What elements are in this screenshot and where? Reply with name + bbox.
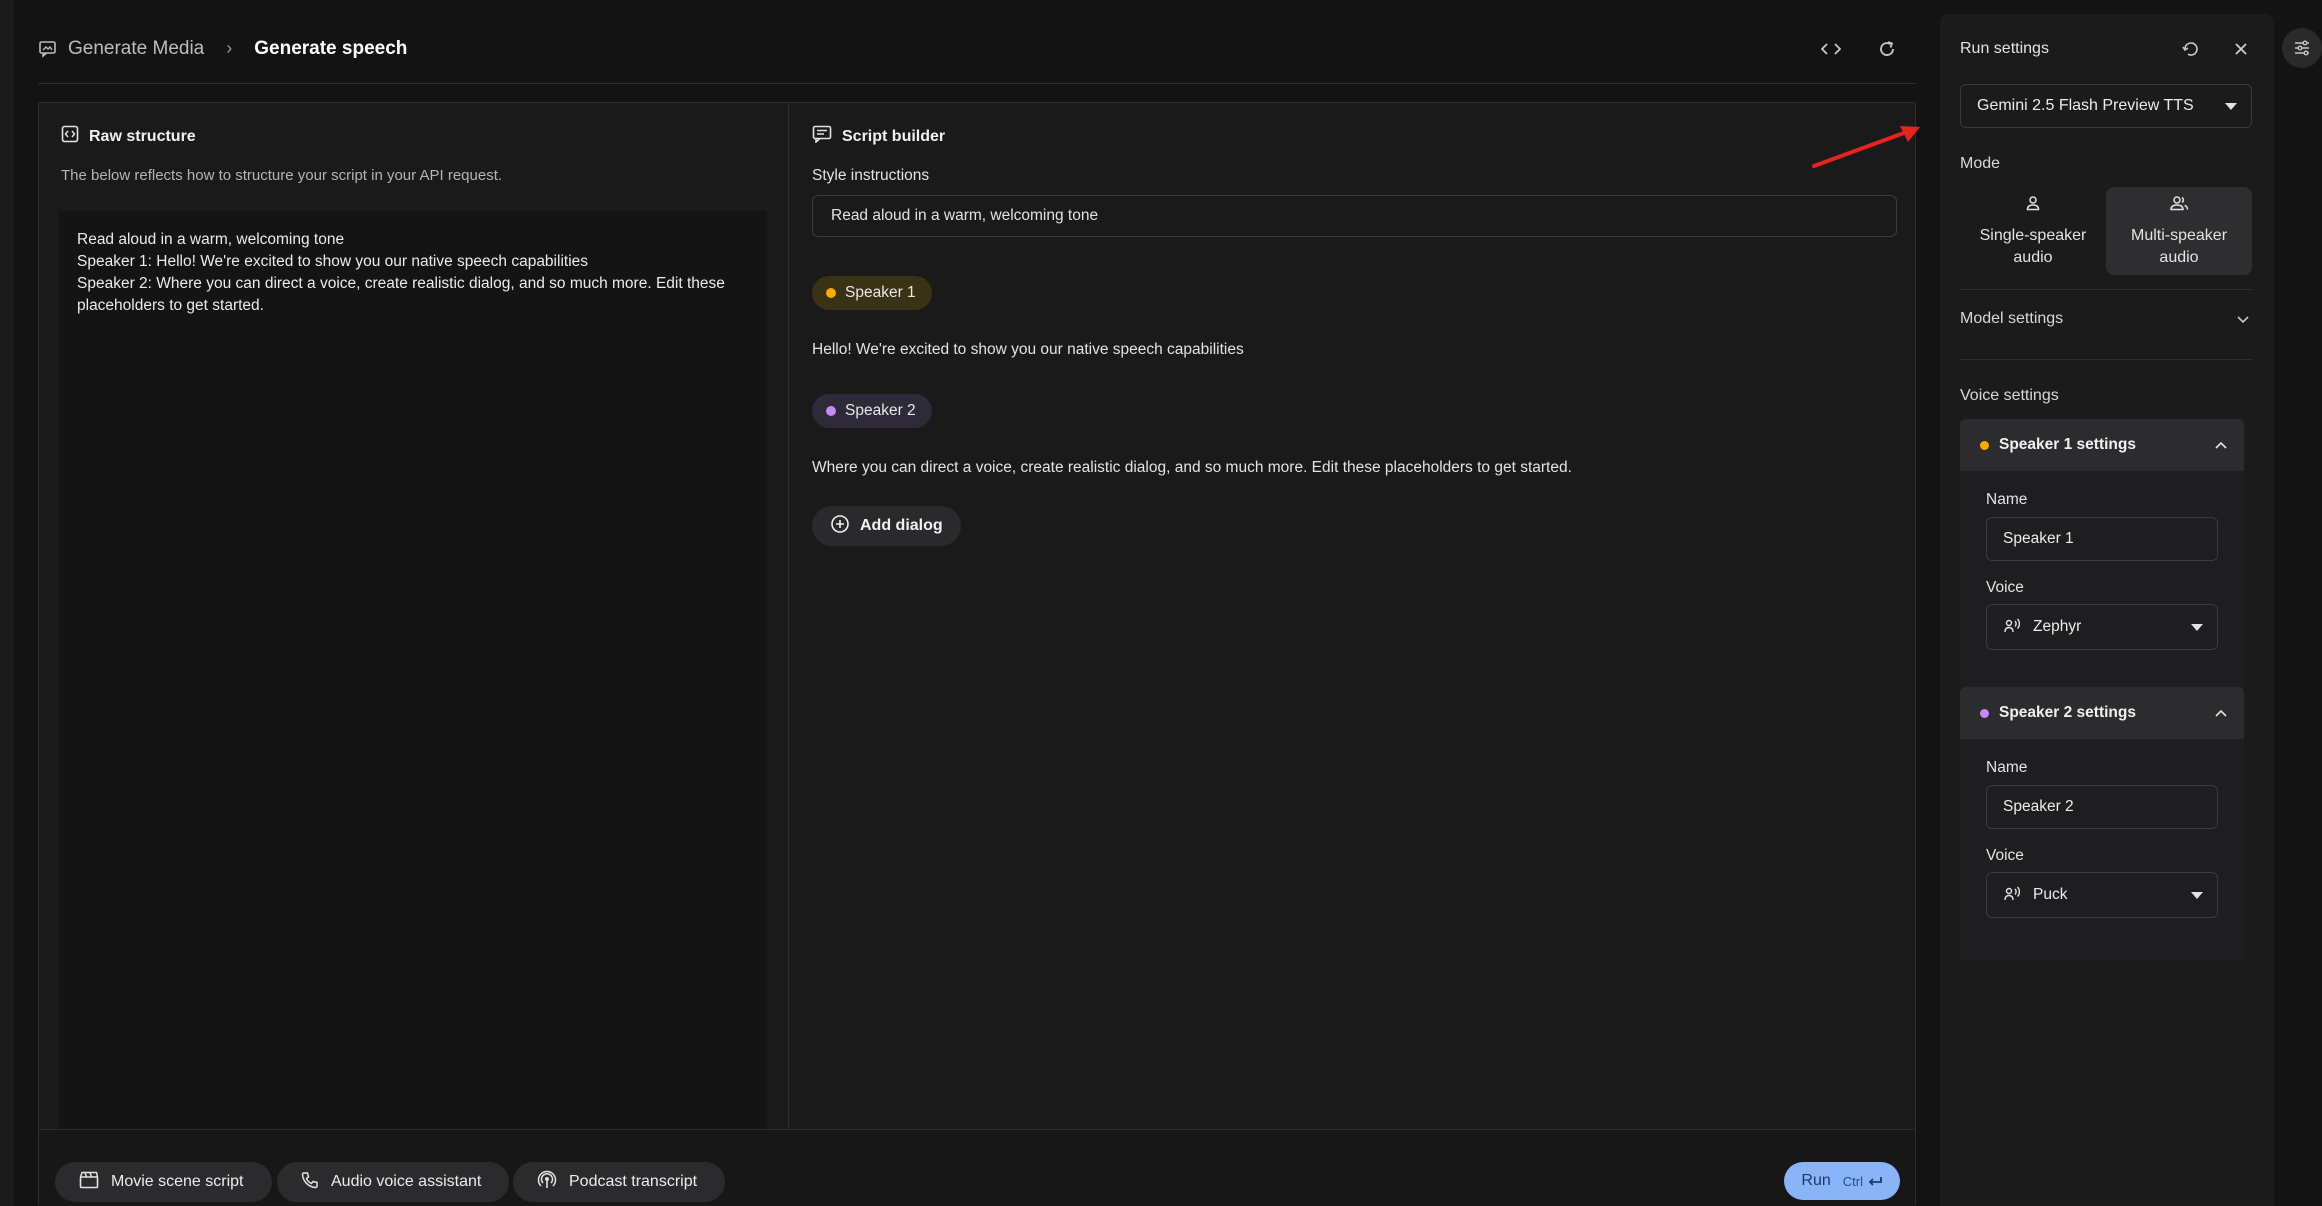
voice-label: Voice (1986, 847, 2024, 864)
preset-podcast-transcript[interactable]: Podcast transcript (513, 1162, 726, 1202)
chevron-up-icon (2214, 705, 2228, 723)
run-settings-title: Run settings (1960, 40, 2049, 57)
run-button[interactable]: Run Ctrl (1784, 1162, 1900, 1200)
image-chat-icon (38, 39, 58, 59)
left-rail (0, 0, 14, 1206)
speaker-2-voice-select[interactable]: Puck (1986, 872, 2218, 918)
breadcrumb-parent[interactable]: Generate Media (68, 38, 204, 60)
speaker-color-dot (1980, 708, 1989, 718)
speaker-1-settings-header[interactable]: Speaker 1 settings (1960, 419, 2244, 471)
style-instructions-label: Style instructions (812, 167, 930, 184)
speaker-1-chip[interactable]: Speaker 1 (812, 276, 932, 310)
dropdown-caret-icon (2191, 624, 2203, 631)
raw-line: Read aloud in a warm, welcoming tone (77, 231, 345, 248)
tune-settings-icon[interactable] (2282, 28, 2322, 68)
voice-wave-icon (2003, 884, 2023, 907)
speaker-1-voice-select[interactable]: Zephyr (1986, 604, 2218, 650)
mode-single-speaker[interactable]: Single-speaker audio (1960, 187, 2106, 275)
raw-structure-description: The below reflects how to structure your… (61, 167, 503, 184)
page-title: Generate speech (254, 37, 408, 59)
speaker-color-dot (826, 288, 836, 298)
script-builder-panel: Script builder Style instructions Speake… (790, 103, 1916, 1129)
model-settings-toggle[interactable]: Model settings (1960, 310, 2250, 328)
script-icon (812, 125, 832, 148)
dropdown-caret-icon (2225, 103, 2237, 110)
speaker-color-dot (826, 406, 836, 416)
speaker-1-name-input[interactable] (1986, 517, 2218, 561)
bottom-bar: Movie scene script Audio voice assistant… (39, 1129, 1915, 1206)
speaker-color-dot (1980, 440, 1989, 450)
speaker-2-chip[interactable]: Speaker 2 (812, 394, 932, 428)
breadcrumb: Generate Media › Generate speech (38, 38, 407, 60)
clapperboard-icon (79, 1171, 99, 1194)
dropdown-caret-icon (2191, 892, 2203, 899)
divider (1960, 289, 2252, 290)
raw-structure-panel: Raw structure The below reflects how to … (39, 103, 789, 1129)
page-header: Generate Media › Generate speech (38, 14, 1916, 84)
style-instructions-input[interactable] (812, 195, 1897, 237)
add-circle-icon (830, 514, 850, 539)
annotation-arrow (1812, 126, 1920, 168)
preset-audio-voice-assistant[interactable]: Audio voice assistant (277, 1162, 510, 1202)
main-workspace: Raw structure The below reflects how to … (38, 102, 1916, 1206)
mode-multi-speaker[interactable]: Multi-speaker audio (2106, 187, 2252, 275)
people-icon (2168, 194, 2190, 219)
enter-key-icon (1868, 1177, 1882, 1186)
run-shortcut: Ctrl (1843, 1174, 1883, 1189)
close-icon[interactable] (2228, 36, 2254, 62)
run-settings-panel: Run settings Gemini 2.5 Flash Preview TT… (1940, 14, 2274, 1206)
reset-settings-icon[interactable] (2178, 36, 2204, 62)
raw-line: Speaker 2: Where you can direct a voice,… (77, 275, 730, 314)
phone-icon (301, 1171, 319, 1194)
person-icon (2024, 194, 2042, 219)
preset-movie-scene-script[interactable]: Movie scene script (55, 1162, 272, 1202)
script-builder-title: Script builder (812, 125, 945, 148)
speaker-1-settings-card: Speaker 1 settings Name Voice Zephyr (1960, 419, 2244, 693)
raw-structure-title: Raw structure (61, 125, 196, 148)
voice-settings-label: Voice settings (1960, 387, 2059, 404)
chevron-right-icon: › (226, 38, 233, 58)
chevron-down-icon (2236, 312, 2250, 330)
raw-script-text[interactable]: Read aloud in a warm, welcoming tone Spe… (59, 211, 767, 1129)
voice-wave-icon (2003, 616, 2023, 639)
model-select[interactable]: Gemini 2.5 Flash Preview TTS (1960, 84, 2252, 128)
speaker-2-settings-card: Speaker 2 settings Name Voice Puck (1960, 687, 2244, 961)
mode-label: Mode (1960, 155, 2001, 172)
code-icon[interactable] (1818, 36, 1844, 62)
voice-label: Voice (1986, 579, 2024, 596)
dialog-text-2[interactable]: Where you can direct a voice, create rea… (812, 459, 1572, 477)
raw-line: Speaker 1: Hello! We're excited to show … (77, 253, 589, 270)
dialog-text-1[interactable]: Hello! We're excited to show you our nat… (812, 341, 1244, 359)
refresh-icon[interactable] (1874, 36, 1900, 62)
code-box-icon (61, 125, 79, 148)
name-label: Name (1986, 491, 2028, 508)
divider (1960, 359, 2252, 360)
chevron-up-icon (2214, 437, 2228, 455)
add-dialog-button[interactable]: Add dialog (812, 506, 961, 546)
speaker-2-settings-header[interactable]: Speaker 2 settings (1960, 687, 2244, 739)
name-label: Name (1986, 759, 2028, 776)
podcast-icon (537, 1170, 557, 1195)
speaker-2-name-input[interactable] (1986, 785, 2218, 829)
